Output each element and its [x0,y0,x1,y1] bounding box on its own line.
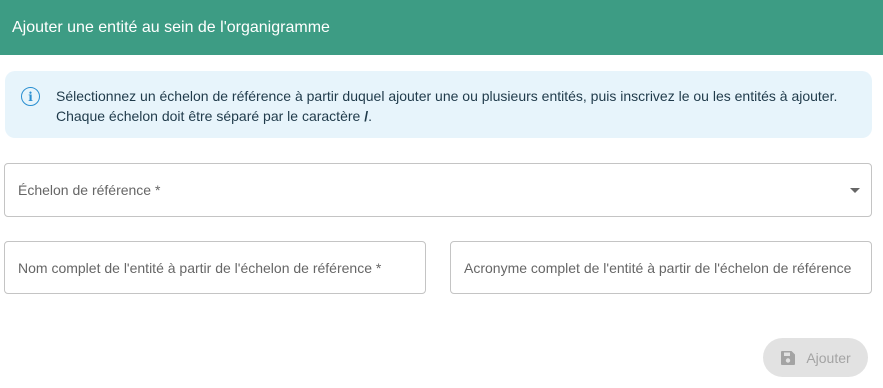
save-icon [781,350,796,365]
reference-level-label: Échelon de référence * [18,182,161,198]
info-text: Sélectionnez un échelon de référence à p… [56,86,856,126]
acronym-input[interactable]: Acronyme complet de l'entité à partir de… [450,241,872,294]
info-icon: i [21,87,40,106]
add-button[interactable]: Ajouter [763,338,868,377]
dialog-header: Ajouter une entité au sein de l'organigr… [0,0,883,55]
info-text-main: Sélectionnez un échelon de référence à p… [56,88,838,124]
full-name-input[interactable]: Nom complet de l'entité à partir de l'éc… [4,241,426,294]
chevron-down-icon[interactable] [850,187,860,193]
info-alert: i Sélectionnez un échelon de référence à… [5,71,872,138]
acronym-label: Acronyme complet de l'entité à partir de… [464,259,852,276]
dialog-title: Ajouter une entité au sein de l'organigr… [12,18,330,36]
add-button-label: Ajouter [806,349,851,366]
reference-level-select[interactable]: Échelon de référence * [4,163,872,217]
full-name-label: Nom complet de l'entité à partir de l'éc… [18,259,382,276]
info-text-end: . [368,108,372,124]
